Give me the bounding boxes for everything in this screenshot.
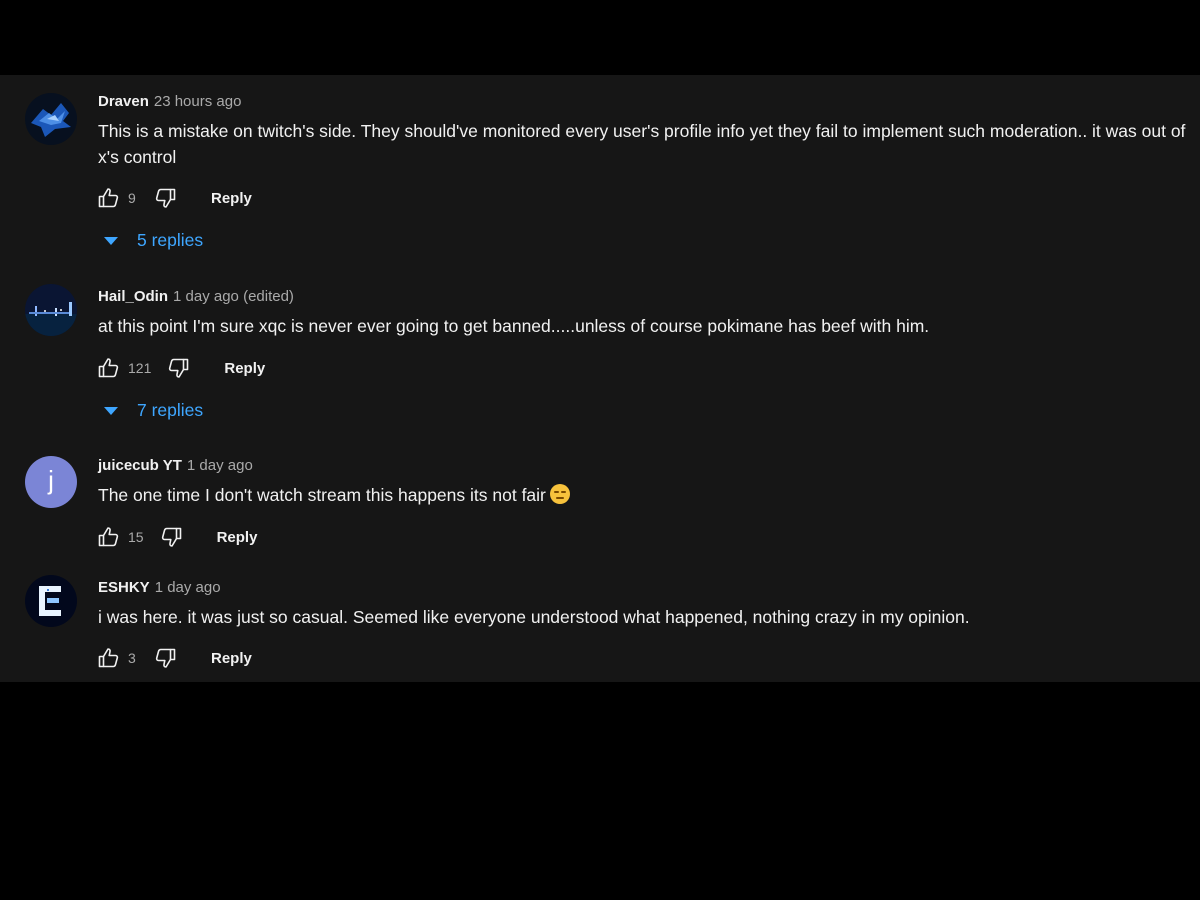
like-count: 9 — [128, 190, 136, 206]
reply-button[interactable]: Reply — [217, 529, 258, 546]
reply-button[interactable]: Reply — [224, 360, 265, 377]
reply-button[interactable]: Reply — [211, 190, 252, 207]
comment-time[interactable]: 1 day ago — [187, 457, 253, 474]
view-replies-button[interactable]: 5 replies — [104, 230, 203, 251]
avatar[interactable] — [25, 575, 77, 627]
comment-time[interactable]: 1 day ago (edited) — [173, 288, 294, 305]
avatar[interactable] — [25, 93, 77, 145]
caret-down-icon — [104, 406, 118, 415]
avatar[interactable] — [25, 284, 77, 336]
author-name[interactable]: juicecub YT — [98, 457, 182, 474]
comment-time[interactable]: 23 hours ago — [154, 93, 242, 110]
thumbs-up-icon[interactable] — [96, 524, 122, 550]
comment-header: juicecub YT 1 day ago — [98, 457, 253, 475]
comment-header: ESHKY 1 day ago — [98, 579, 221, 597]
comment-header: Draven 23 hours ago — [98, 93, 241, 111]
thumbs-up-icon[interactable] — [96, 185, 122, 211]
replies-label: 7 replies — [137, 400, 204, 420]
author-name[interactable]: Draven — [98, 93, 149, 110]
avatar[interactable]: j — [25, 456, 77, 508]
like-count: 121 — [128, 360, 152, 376]
comment-text: i was here. it was just so casual. Seeme… — [98, 607, 970, 627]
comment-actions: 9 Reply — [96, 185, 252, 211]
thumbs-up-icon[interactable] — [96, 355, 122, 381]
comment-text: This is a mistake on twitch's side. They… — [98, 121, 1186, 167]
thumbs-down-icon[interactable] — [152, 645, 178, 671]
like-count: 15 — [128, 529, 144, 545]
avatar-letter: j — [48, 465, 54, 495]
comment-text: The one time I don't watch stream this h… — [98, 482, 1188, 508]
comment-actions: 121 Reply — [96, 355, 265, 381]
comment-text: at this point I'm sure xqc is never ever… — [98, 316, 930, 336]
comment-actions: 15 Reply — [96, 524, 257, 550]
replies-label: 5 replies — [137, 230, 204, 250]
author-name[interactable]: ESHKY — [98, 579, 150, 596]
caret-down-icon — [104, 236, 118, 245]
view-replies-button[interactable]: 7 replies — [104, 400, 203, 421]
author-name[interactable]: Hail_Odin — [98, 288, 168, 305]
like-count: 3 — [128, 650, 136, 666]
thumbs-up-icon[interactable] — [96, 645, 122, 671]
comment-time[interactable]: 1 day ago — [155, 579, 221, 596]
thumbs-down-icon[interactable] — [152, 185, 178, 211]
comment-actions: 3 Reply — [96, 645, 252, 671]
comment-header: Hail_Odin 1 day ago (edited) — [98, 288, 294, 306]
thumbs-down-icon[interactable] — [165, 355, 191, 381]
comments-panel: Draven 23 hours ago This is a mistake on … — [0, 75, 1200, 682]
reply-button[interactable]: Reply — [211, 650, 252, 667]
thumbs-down-icon[interactable] — [158, 524, 184, 550]
pensive-face-emoji — [549, 484, 570, 504]
comment-text-content: The one time I don't watch stream this h… — [98, 485, 546, 505]
